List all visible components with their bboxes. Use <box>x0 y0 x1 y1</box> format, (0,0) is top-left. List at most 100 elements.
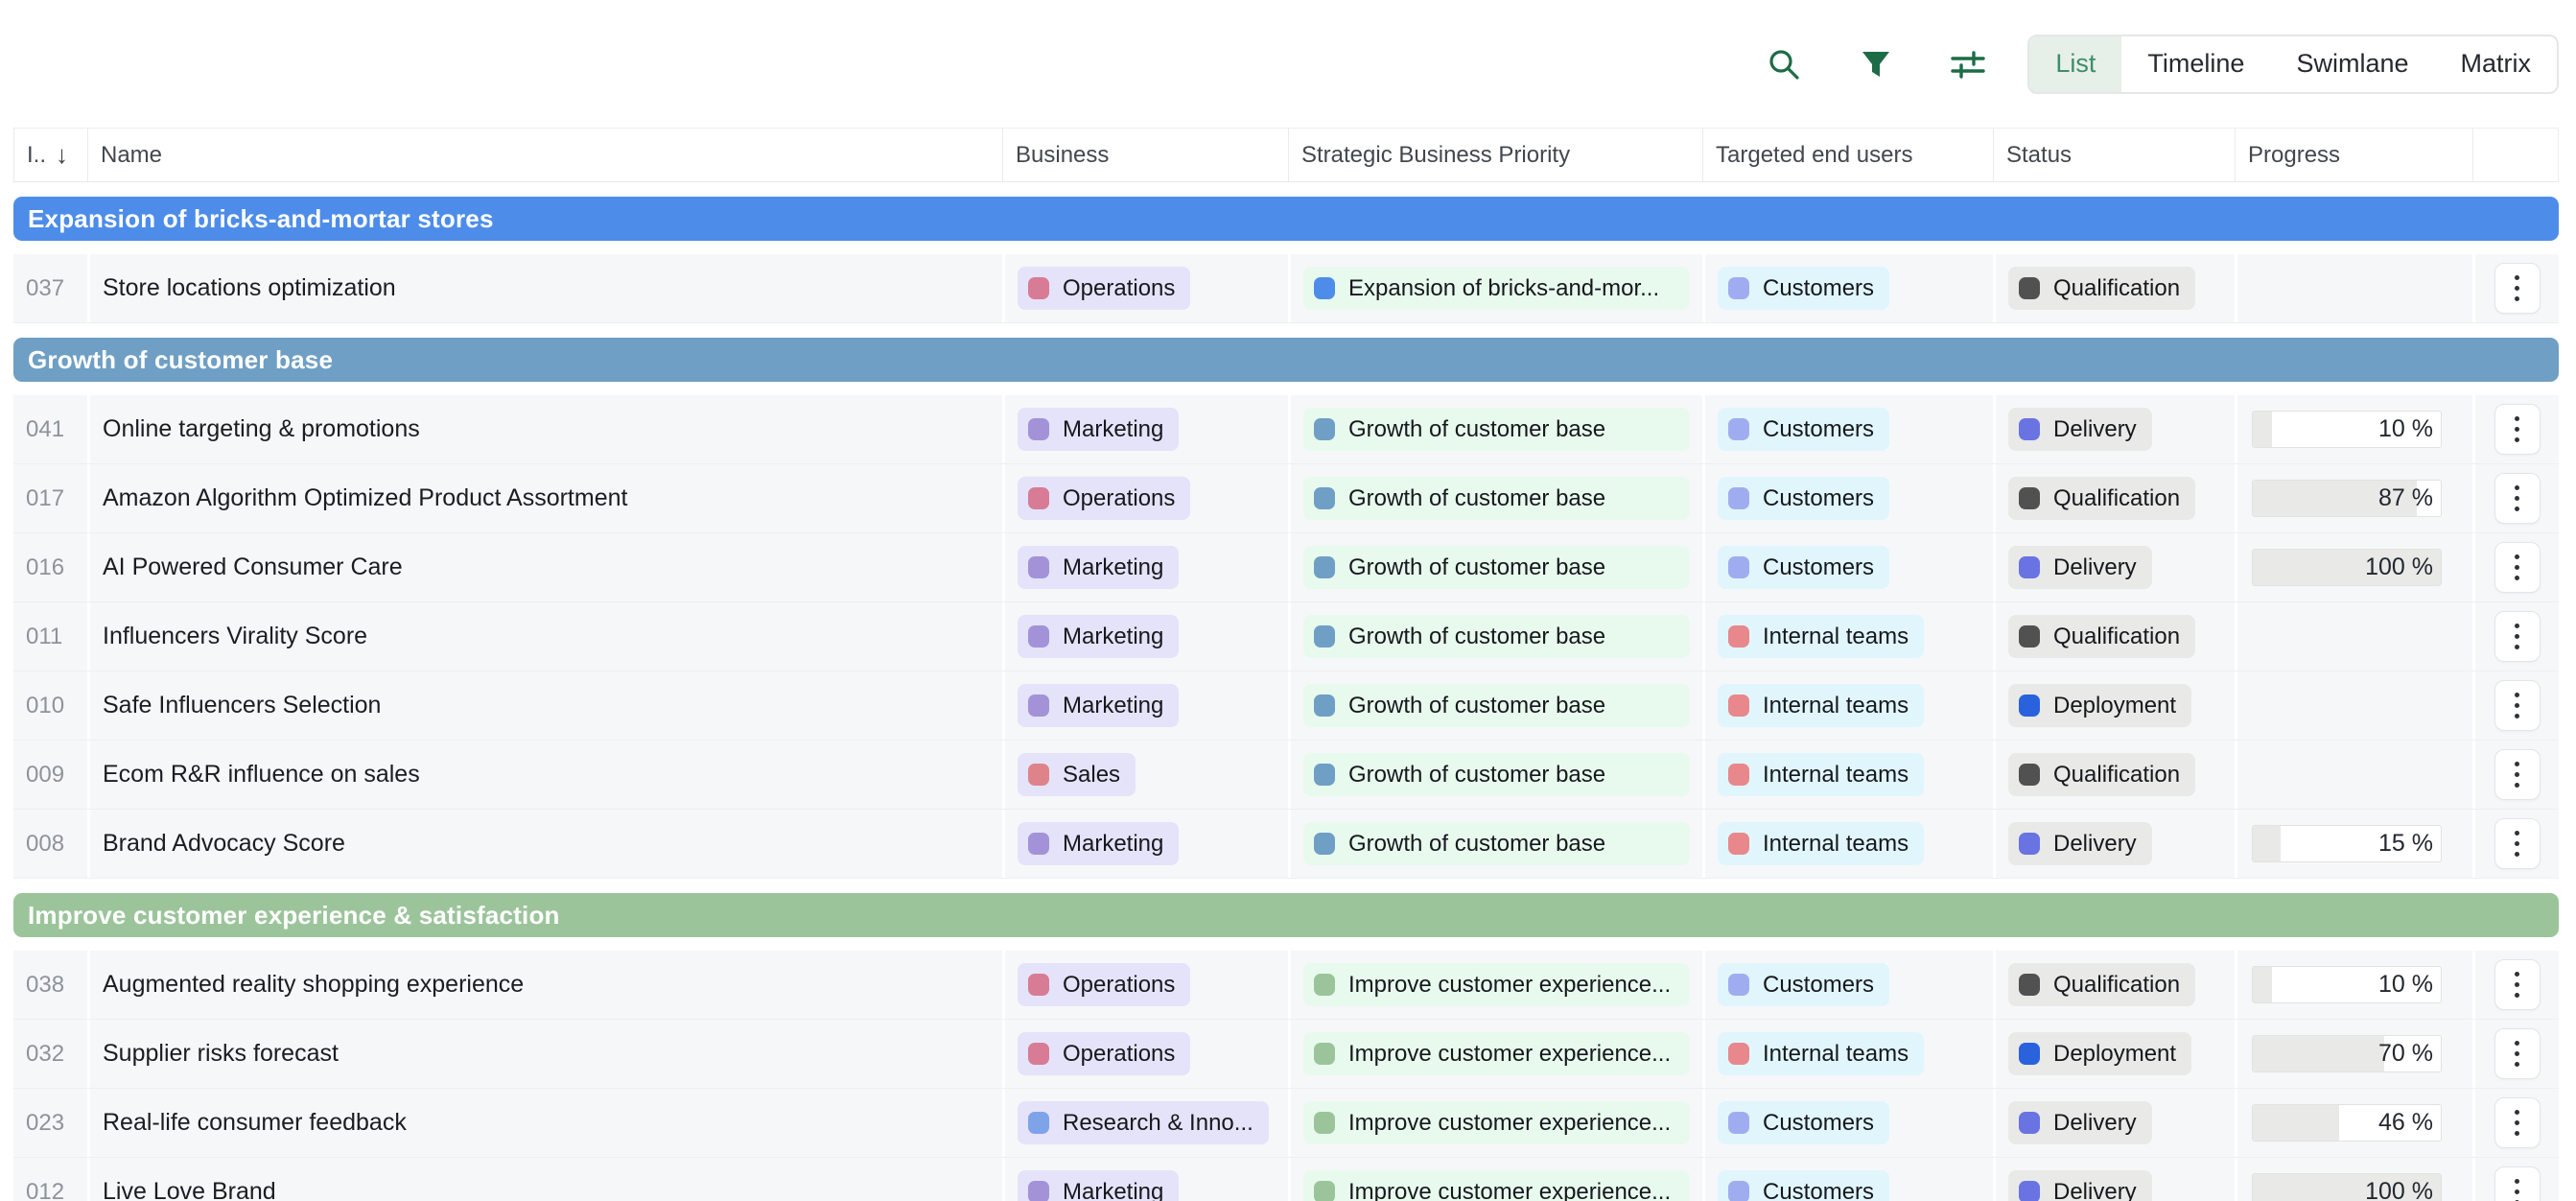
row-menu-button[interactable] <box>2494 818 2541 869</box>
business-badge[interactable]: Research & Inno... <box>1018 1101 1269 1144</box>
row-menu-button[interactable] <box>2494 542 2541 593</box>
group-header[interactable]: Improve customer experience & satisfacti… <box>13 893 2559 937</box>
table-row[interactable]: 037 Store locations optimization Operati… <box>13 254 2559 323</box>
users-badge[interactable]: Customers <box>1718 477 1889 520</box>
priority-badge[interactable]: Growth of customer base <box>1303 546 1690 589</box>
row-menu-button[interactable] <box>2494 1166 2541 1201</box>
users-badge[interactable]: Customers <box>1718 1170 1889 1201</box>
tune-button[interactable] <box>1949 45 1987 83</box>
table-row[interactable]: 041 Online targeting & promotions Market… <box>13 395 2559 464</box>
priority-badge[interactable]: Improve customer experience... <box>1303 1032 1690 1075</box>
users-badge[interactable]: Internal teams <box>1718 753 1924 796</box>
users-badge[interactable]: Customers <box>1718 546 1889 589</box>
tab-timeline[interactable]: Timeline <box>2121 36 2270 92</box>
priority-badge[interactable]: Improve customer experience... <box>1303 1170 1690 1201</box>
column-header-id[interactable]: I.. ↓ <box>13 129 87 181</box>
row-name[interactable]: Live Love Brand <box>87 1158 1002 1201</box>
group-header[interactable]: Expansion of bricks-and-mortar stores <box>13 197 2559 241</box>
business-badge[interactable]: Operations <box>1018 267 1190 310</box>
users-badge[interactable]: Customers <box>1718 267 1889 310</box>
status-badge[interactable]: Delivery <box>2008 1101 2152 1144</box>
users-badge[interactable]: Customers <box>1718 408 1889 451</box>
priority-badge[interactable]: Growth of customer base <box>1303 822 1690 865</box>
table-row[interactable]: 038 Augmented reality shopping experienc… <box>13 951 2559 1020</box>
row-name[interactable]: Brand Advocacy Score <box>87 810 1002 878</box>
users-badge[interactable]: Internal teams <box>1718 1032 1924 1075</box>
row-menu-button[interactable] <box>2494 404 2541 455</box>
status-badge[interactable]: Deployment <box>2008 684 2191 727</box>
status-badge[interactable]: Qualification <box>2008 615 2195 658</box>
table-row[interactable]: 008 Brand Advocacy Score Marketing Growt… <box>13 810 2559 879</box>
status-badge[interactable]: Qualification <box>2008 477 2195 520</box>
table-row[interactable]: 011 Influencers Virality Score Marketing… <box>13 602 2559 671</box>
tab-matrix[interactable]: Matrix <box>2435 36 2558 92</box>
table-row[interactable]: 016 AI Powered Consumer Care Marketing G… <box>13 533 2559 602</box>
users-badge[interactable]: Internal teams <box>1718 822 1924 865</box>
row-menu-button[interactable] <box>2494 749 2541 800</box>
table-row[interactable]: 010 Safe Influencers Selection Marketing… <box>13 671 2559 741</box>
column-header-name[interactable]: Name <box>87 129 1002 181</box>
priority-badge[interactable]: Improve customer experience... <box>1303 1101 1690 1144</box>
row-menu-button[interactable] <box>2494 611 2541 662</box>
business-badge[interactable]: Operations <box>1018 963 1190 1006</box>
row-name[interactable]: Augmented reality shopping experience <box>87 951 1002 1019</box>
row-menu-button[interactable] <box>2494 473 2541 524</box>
business-badge[interactable]: Operations <box>1018 1032 1190 1075</box>
users-badge[interactable]: Customers <box>1718 963 1889 1006</box>
row-name[interactable]: Real-life consumer feedback <box>87 1089 1002 1157</box>
priority-badge[interactable]: Growth of customer base <box>1303 615 1690 658</box>
status-badge[interactable]: Delivery <box>2008 1170 2152 1201</box>
priority-badge[interactable]: Improve customer experience... <box>1303 963 1690 1006</box>
users-badge[interactable]: Internal teams <box>1718 615 1924 658</box>
status-badge[interactable]: Qualification <box>2008 267 2195 310</box>
table-row[interactable]: 009 Ecom R&R influence on sales Sales Gr… <box>13 741 2559 810</box>
status-badge[interactable]: Deployment <box>2008 1032 2191 1075</box>
row-menu-button[interactable] <box>2494 263 2541 314</box>
column-header-users[interactable]: Targeted end users <box>1702 129 1993 181</box>
business-badge[interactable]: Marketing <box>1018 1170 1179 1201</box>
table-row[interactable]: 017 Amazon Algorithm Optimized Product A… <box>13 464 2559 533</box>
priority-badge[interactable]: Growth of customer base <box>1303 684 1690 727</box>
row-name[interactable]: Online targeting & promotions <box>87 395 1002 463</box>
row-menu-button[interactable] <box>2494 680 2541 731</box>
priority-badge[interactable]: Growth of customer base <box>1303 477 1690 520</box>
column-header-status[interactable]: Status <box>1993 129 2235 181</box>
row-menu-button[interactable] <box>2494 1097 2541 1148</box>
business-badge[interactable]: Sales <box>1018 753 1136 796</box>
priority-badge[interactable]: Growth of customer base <box>1303 408 1690 451</box>
row-menu-button[interactable] <box>2494 959 2541 1010</box>
tab-list[interactable]: List <box>2029 36 2121 92</box>
search-button[interactable] <box>1765 45 1803 83</box>
business-badge[interactable]: Marketing <box>1018 546 1179 589</box>
status-badge[interactable]: Delivery <box>2008 408 2152 451</box>
table-row[interactable]: 023 Real-life consumer feedback Research… <box>13 1089 2559 1158</box>
row-name[interactable]: AI Powered Consumer Care <box>87 533 1002 601</box>
table-row[interactable]: 032 Supplier risks forecast Operations I… <box>13 1020 2559 1089</box>
sort-desc-icon[interactable]: ↓ <box>56 140 68 170</box>
business-badge[interactable]: Marketing <box>1018 408 1179 451</box>
row-name[interactable]: Safe Influencers Selection <box>87 671 1002 740</box>
row-name[interactable]: Amazon Algorithm Optimized Product Assor… <box>87 464 1002 532</box>
status-badge[interactable]: Delivery <box>2008 822 2152 865</box>
status-badge[interactable]: Delivery <box>2008 546 2152 589</box>
status-badge[interactable]: Qualification <box>2008 753 2195 796</box>
business-badge[interactable]: Marketing <box>1018 822 1179 865</box>
table-row[interactable]: 012 Live Love Brand Marketing Improve cu… <box>13 1158 2559 1201</box>
business-badge[interactable]: Operations <box>1018 477 1190 520</box>
tab-swimlane[interactable]: Swimlane <box>2270 36 2434 92</box>
column-header-progress[interactable]: Progress <box>2235 129 2472 181</box>
row-name[interactable]: Store locations optimization <box>87 254 1002 322</box>
users-badge[interactable]: Internal teams <box>1718 684 1924 727</box>
group-header[interactable]: Growth of customer base <box>13 338 2559 382</box>
priority-badge[interactable]: Growth of customer base <box>1303 753 1690 796</box>
row-name[interactable]: Ecom R&R influence on sales <box>87 741 1002 809</box>
business-badge[interactable]: Marketing <box>1018 684 1179 727</box>
column-header-priority[interactable]: Strategic Business Priority <box>1288 129 1702 181</box>
row-name[interactable]: Supplier risks forecast <box>87 1020 1002 1088</box>
users-badge[interactable]: Customers <box>1718 1101 1889 1144</box>
status-badge[interactable]: Qualification <box>2008 963 2195 1006</box>
column-header-business[interactable]: Business <box>1002 129 1288 181</box>
filter-button[interactable] <box>1857 45 1895 83</box>
priority-badge[interactable]: Expansion of bricks-and-mor... <box>1303 267 1690 310</box>
row-name[interactable]: Influencers Virality Score <box>87 602 1002 671</box>
